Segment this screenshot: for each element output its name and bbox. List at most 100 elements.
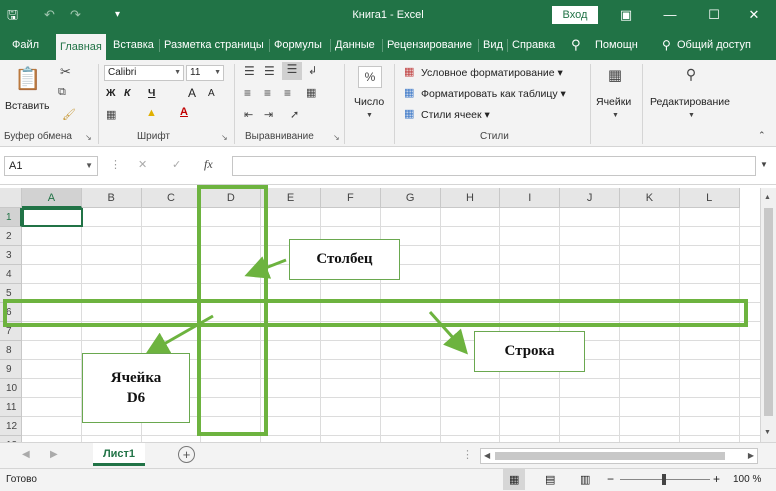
underline-button[interactable]: Ч: [148, 87, 155, 99]
row-header-11[interactable]: 11: [0, 398, 22, 417]
orientation-icon[interactable]: ➚: [290, 108, 299, 121]
insert-function-icon[interactable]: fx: [204, 157, 213, 172]
font-name-select[interactable]: Calibri ▼: [104, 65, 184, 81]
font-size-select[interactable]: 11 ▼: [186, 65, 224, 81]
borders-icon[interactable]: ▦: [106, 108, 116, 121]
column-header-h[interactable]: H: [440, 188, 501, 208]
fill-color-icon[interactable]: ▲: [146, 107, 157, 119]
align-bottom-icon[interactable]: ☰: [282, 62, 302, 80]
tab-page-layout[interactable]: Разметка страницы: [164, 30, 264, 60]
format-as-table-button[interactable]: Форматировать как таблицу ▾: [421, 88, 566, 100]
cell-styles-button[interactable]: Стили ячеек ▾: [421, 109, 490, 121]
align-top-icon[interactable]: ☰: [244, 64, 255, 78]
row-header-12[interactable]: 12: [0, 417, 22, 436]
editing-button[interactable]: Редактирование: [650, 96, 730, 108]
zoom-in-button[interactable]: +: [713, 472, 720, 486]
font-launcher-icon[interactable]: ↘: [221, 133, 228, 142]
vertical-scroll-thumb[interactable]: [764, 208, 773, 416]
scroll-up-icon[interactable]: ▲: [764, 194, 771, 201]
scroll-down-icon[interactable]: ▼: [764, 429, 771, 436]
merge-center-icon[interactable]: ▦: [306, 86, 316, 99]
ribbon-display-options-icon[interactable]: ▣: [606, 0, 646, 30]
font-color-icon[interactable]: A: [180, 106, 188, 118]
align-left-icon[interactable]: ≡: [244, 86, 251, 100]
conditional-formatting-icon[interactable]: ▦: [404, 65, 414, 78]
format-painter-icon[interactable]: 🖌: [62, 108, 76, 121]
italic-button[interactable]: К: [124, 87, 130, 99]
number-dropdown-icon[interactable]: ▼: [366, 112, 373, 119]
page-layout-view-icon[interactable]: ▤: [545, 473, 555, 486]
row-header-10[interactable]: 10: [0, 379, 22, 398]
row-header-2[interactable]: 2: [0, 227, 22, 246]
paste-icon[interactable]: 📋: [14, 66, 41, 96]
column-header-j[interactable]: J: [560, 188, 620, 208]
cancel-icon[interactable]: ✕: [138, 158, 147, 171]
tab-file[interactable]: Файл: [12, 30, 39, 60]
row-header-9[interactable]: 9: [0, 360, 22, 379]
cell-styles-icon[interactable]: ▦: [404, 107, 414, 120]
page-break-view-icon[interactable]: ▥: [580, 473, 590, 486]
login-button[interactable]: Вход: [552, 6, 598, 24]
column-header-k[interactable]: K: [620, 188, 680, 208]
formula-input[interactable]: [232, 156, 756, 176]
cut-icon[interactable]: ✂: [60, 64, 71, 80]
person-icon[interactable]: ⚲: [662, 30, 671, 60]
column-header-c[interactable]: C: [141, 188, 202, 208]
tab-formulas[interactable]: Формулы: [274, 30, 322, 60]
add-sheet-button[interactable]: +: [178, 446, 195, 463]
align-center-icon[interactable]: ≡: [264, 86, 271, 100]
lightbulb-icon[interactable]: ⚲: [571, 30, 581, 60]
column-header-i[interactable]: I: [500, 188, 561, 208]
tab-insert[interactable]: Вставка: [113, 30, 154, 60]
tab-view[interactable]: Вид: [483, 30, 503, 60]
column-header-a[interactable]: A: [22, 188, 82, 208]
conditional-formatting-button[interactable]: Условное форматирование ▾: [421, 67, 563, 79]
increase-indent-icon[interactable]: ⇥: [264, 108, 273, 121]
cells-button[interactable]: Ячейки: [596, 96, 631, 108]
zoom-level[interactable]: 100 %: [733, 474, 761, 485]
grow-font-button[interactable]: A: [188, 86, 196, 100]
search-icon[interactable]: ⚲: [680, 66, 702, 88]
zoom-out-button[interactable]: −: [607, 472, 614, 486]
wrap-text-icon[interactable]: ↲: [308, 64, 317, 77]
cells-dropdown-icon[interactable]: ▼: [612, 112, 619, 119]
alignment-launcher-icon[interactable]: ↘: [333, 133, 340, 142]
tab-help[interactable]: Справка: [512, 30, 555, 60]
select-all-corner[interactable]: [0, 188, 22, 208]
row-header-3[interactable]: 3: [0, 246, 22, 265]
percent-format-icon[interactable]: %: [358, 66, 382, 88]
column-header-f[interactable]: F: [321, 188, 381, 208]
vertical-scrollbar[interactable]: ▲ ▼: [760, 188, 776, 442]
horizontal-scroll-thumb[interactable]: [495, 452, 725, 460]
row-header-1[interactable]: 1: [0, 208, 22, 227]
copy-icon[interactable]: ⧉: [58, 86, 66, 99]
row-header-4[interactable]: 4: [0, 265, 22, 284]
minimize-icon[interactable]: —: [650, 0, 690, 30]
column-header-l[interactable]: L: [679, 188, 740, 208]
name-box[interactable]: A1 ▼: [4, 156, 98, 176]
expand-formula-bar-icon[interactable]: ▼: [760, 160, 768, 169]
column-header-e[interactable]: E: [261, 188, 321, 208]
column-header-b[interactable]: B: [81, 188, 142, 208]
share-button[interactable]: Общий доступ: [677, 30, 751, 60]
sheet-tab-list1[interactable]: Лист1: [93, 443, 145, 466]
tab-tell-me[interactable]: Помощн: [595, 30, 638, 60]
next-sheet-icon[interactable]: ▶: [50, 449, 58, 460]
tab-data[interactable]: Данные: [335, 30, 375, 60]
align-middle-icon[interactable]: ☰: [264, 64, 275, 78]
column-header-g[interactable]: G: [380, 188, 441, 208]
scroll-right-icon[interactable]: ▶: [748, 451, 754, 460]
maximize-icon[interactable]: ☐: [694, 0, 734, 30]
active-cell-a1[interactable]: [22, 208, 83, 227]
number-format-button[interactable]: Число: [354, 96, 384, 108]
row-header-8[interactable]: 8: [0, 341, 22, 360]
scroll-left-icon[interactable]: ◀: [484, 451, 490, 460]
decrease-indent-icon[interactable]: ⇤: [244, 108, 253, 121]
bold-button[interactable]: Ж: [106, 87, 116, 99]
tab-review[interactable]: Рецензирование: [387, 30, 472, 60]
shrink-font-button[interactable]: A: [208, 88, 215, 99]
editing-dropdown-icon[interactable]: ▼: [688, 112, 695, 119]
collapse-ribbon-icon[interactable]: ⌃: [758, 130, 766, 141]
prev-sheet-icon[interactable]: ◀: [22, 449, 30, 460]
tab-home[interactable]: Главная: [56, 34, 106, 60]
